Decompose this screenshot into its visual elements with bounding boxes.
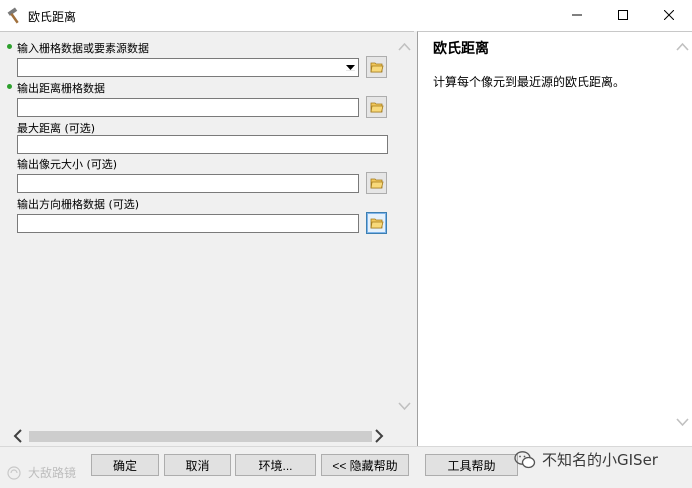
watermark-right-text: 不知名的小GISer [542,451,658,469]
close-icon [664,10,674,20]
parameters-horizontal-scrollbar[interactable] [12,428,390,445]
chevron-down-icon[interactable] [398,402,411,411]
title-bar: 欧氏距离 [0,0,692,31]
chevron-down-icon[interactable] [344,61,356,74]
chevron-left-icon[interactable] [12,429,24,443]
watermark-logo-icon [7,465,21,480]
output-direction-field[interactable] [17,214,359,233]
maximize-icon [618,10,628,20]
output-distance-label: 输出距离栅格数据 [17,82,105,95]
environments-button[interactable]: 环境... [235,454,316,476]
minimize-button[interactable] [554,0,600,30]
cell-size-label: 输出像元大小 (可选) [17,158,118,171]
help-vertical-scrollbar[interactable] [674,38,691,436]
output-direction-label: 输出方向栅格数据 (可选) [17,198,140,211]
watermark-left-text: 大敌路镜 [28,466,77,480]
browse-output-direction-button[interactable] [366,212,387,234]
folder-open-icon [370,178,384,189]
chevron-down-icon[interactable] [676,418,689,427]
wechat-icon [514,450,536,468]
ok-button[interactable]: 确定 [91,454,159,476]
tool-help-button[interactable]: 工具帮助 [425,454,518,476]
help-description: 计算每个像元到最近源的欧氏距离。 [433,75,626,89]
cancel-button[interactable]: 取消 [164,454,231,476]
minimize-icon [572,14,582,16]
folder-open-icon [370,218,384,229]
scroll-thumb[interactable] [29,431,372,442]
output-distance-field[interactable] [17,98,359,117]
chevron-up-icon[interactable] [398,42,411,51]
max-distance-field[interactable] [17,135,388,154]
browse-input-button[interactable] [366,56,387,78]
help-title: 欧氏距离 [433,41,489,57]
folder-open-icon [370,62,384,73]
window-title: 欧氏距离 [28,10,77,24]
max-distance-label: 最大距离 (可选) [17,122,96,135]
chevron-right-icon[interactable] [373,429,385,443]
browse-cell-size-button[interactable] [366,172,387,194]
hide-help-button[interactable]: << 隐藏帮助 [321,454,409,476]
hammer-icon [7,7,19,24]
maximize-button[interactable] [600,0,646,30]
help-panel [417,31,692,446]
required-indicator-icon [7,84,12,89]
browse-output-distance-button[interactable] [366,96,387,118]
close-button[interactable] [646,0,692,30]
folder-open-icon [370,102,384,113]
parameters-vertical-scrollbar[interactable] [396,38,413,426]
watermark-left: 大敌路镜 [6,464,76,481]
chevron-up-icon[interactable] [676,42,689,51]
watermark-right: 不知名的小GISer [514,449,658,470]
input-raster-combo[interactable] [17,58,359,77]
cell-size-field[interactable] [17,174,359,193]
required-indicator-icon [7,44,12,49]
input-raster-label: 输入栅格数据或要素源数据 [17,42,149,55]
